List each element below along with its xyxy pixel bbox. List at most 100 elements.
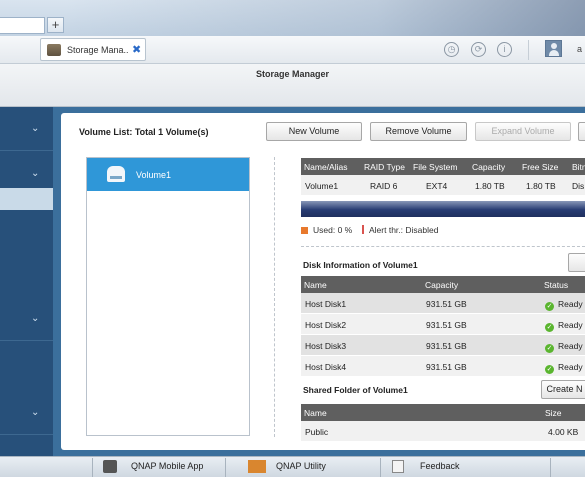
shared-folder-table-header: Name Size [301,404,585,421]
sidebar-subitem-selected[interactable] [0,188,53,210]
header-divider [528,40,529,60]
window-titlebar: Storage Manager [0,64,585,107]
list-item[interactable]: Volume1 [87,158,249,191]
column-header: Capacity [472,162,506,172]
app-header: Storage Mana.. ✖ ◷ ⟳ i a [0,36,585,64]
username[interactable]: a [577,44,582,54]
disk-name: Host Disk1 [305,299,347,309]
create-shared-folder-button[interactable]: Create N [541,380,585,399]
sync-icon[interactable]: ⟳ [471,42,486,57]
volume-table-header: Name/Alias RAID Type File System Capacit… [301,158,585,175]
expand-volume-button[interactable]: Expand Volume [475,122,571,141]
table-row[interactable]: Volume1 RAID 6 EXT4 1.80 TB 1.80 TB Dis [301,175,585,195]
browser-chrome: + [0,0,585,36]
close-icon[interactable]: ✖ [132,43,141,56]
taskbar-item-mobile-app[interactable]: QNAP Mobile App [103,460,218,475]
table-cell: 1.80 TB [475,181,505,191]
sidebar-item-1[interactable]: ⌄ [0,107,53,151]
table-row[interactable]: Host Disk3 931.51 GB ✓ Ready [301,335,585,355]
table-row[interactable]: Host Disk2 931.51 GB ✓ Ready [301,314,585,334]
page-title: Storage Manager [255,69,330,79]
feedback-icon [392,460,404,473]
usage-progress-bar [301,201,585,217]
disk-status: ✓ Ready [545,362,583,374]
info-icon[interactable]: i [497,42,512,57]
check-icon: ✓ [545,323,554,332]
alert-label: Alert thr.: Disabled [369,225,439,235]
sidebar: ⌄ ⌄ ⌄ ⌄ [0,107,53,456]
check-icon: ✓ [545,344,554,353]
column-header: Name/Alias [304,162,348,172]
taskbar-label: Feedback [420,461,460,471]
remove-volume-button[interactable]: Remove Volume [370,122,467,141]
table-cell: 1.80 TB [526,181,556,191]
sidebar-item-4[interactable]: ⌄ [0,391,53,435]
shared-folder-title: Shared Folder of Volume1 [303,385,408,395]
table-cell: Dis [572,181,585,191]
column-header: Free Size [522,162,559,172]
column-header: RAID Type [364,162,405,172]
column-header: File System [413,162,458,172]
more-button[interactable] [578,122,585,141]
avatar[interactable] [545,40,562,57]
disk-info-button[interactable] [568,253,585,272]
app-tab-storage-manager[interactable]: Storage Mana.. ✖ [40,38,146,61]
new-tab-button[interactable]: + [47,17,64,33]
column-header: Name [304,408,327,418]
table-row[interactable]: Public 4.00 KB [301,421,585,441]
clock-icon[interactable]: ◷ [444,42,459,57]
disk-status: ✓ Ready [545,320,583,332]
column-header: Bitm [572,162,585,172]
chevron-down-icon: ⌄ [31,407,40,418]
storage-icon [47,44,61,56]
taskbar-item-feedback[interactable]: Feedback [392,460,482,475]
column-header: Name [304,280,327,290]
taskbar-item-utility[interactable]: QNAP Utility [248,460,348,475]
disk-name: Host Disk3 [305,341,347,351]
address-bar[interactable] [0,17,45,34]
vertical-divider [274,157,275,437]
sidebar-item-3[interactable]: ⌄ [0,297,53,341]
column-header: Capacity [425,280,459,290]
alert-legend: Alert thr.: Disabled [362,225,438,235]
folder-size: 4.00 KB [548,427,579,437]
column-header: Size [545,408,562,418]
check-icon: ✓ [545,365,554,374]
app-tab-label: Storage Mana.. [67,45,129,55]
volume-icon [107,166,125,182]
disk-info-title: Disk Information of Volume1 [303,260,418,270]
utility-icon [248,460,266,473]
disk-table-header: Name Capacity Status [301,276,585,293]
chevron-down-icon: ⌄ [31,123,40,134]
taskbar-label: QNAP Mobile App [131,461,204,471]
check-icon: ✓ [545,302,554,311]
alert-swatch [362,225,364,234]
table-cell: Volume1 [305,181,339,191]
taskbar-label: QNAP Utility [276,461,326,471]
main-panel: Volume List: Total 1 Volume(s) New Volum… [61,113,585,450]
table-cell: EXT4 [426,181,448,191]
folder-name: Public [305,427,329,437]
disk-capacity: 931.51 GB [426,299,467,309]
taskbar-divider [92,458,93,477]
disk-name: Host Disk2 [305,320,347,330]
chevron-down-icon: ⌄ [31,168,40,179]
taskbar-divider [380,458,381,477]
browser-background [65,0,585,36]
table-row[interactable]: Host Disk4 931.51 GB ✓ Ready [301,356,585,376]
column-header: Status [544,280,569,290]
disk-capacity: 931.51 GB [426,362,467,372]
chevron-down-icon: ⌄ [31,313,40,324]
disk-status: ✓ Ready [545,341,583,353]
table-cell: RAID 6 [370,181,398,191]
volume-list-heading: Volume List: Total 1 Volume(s) [79,127,209,137]
table-row[interactable]: Host Disk1 931.51 GB ✓ Ready [301,293,585,313]
horizontal-divider [301,246,585,247]
volume-list: Volume1 [86,157,250,436]
new-volume-button[interactable]: New Volume [266,122,362,141]
bottom-taskbar: QNAP Mobile App QNAP Utility Feedback [0,456,585,477]
disk-capacity: 931.51 GB [426,320,467,330]
disk-status: ✓ Ready [545,299,583,311]
disk-capacity: 931.51 GB [426,341,467,351]
taskbar-divider [225,458,226,477]
